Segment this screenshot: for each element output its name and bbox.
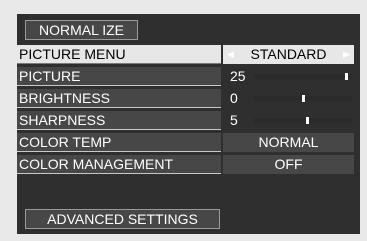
menu-row-picture-menu[interactable]: PICTURE MENU ◀ STANDARD ▶ [17, 45, 360, 66]
picture-slider-thumb[interactable] [345, 73, 348, 80]
brightness-label: BRIGHTNESS [17, 89, 221, 108]
brightness-slider-thumb[interactable] [301, 95, 305, 102]
color-management-label: COLOR MANAGEMENT [17, 155, 221, 174]
sharpness-slider-thumb[interactable] [305, 117, 309, 124]
color-temp-label: COLOR TEMP [17, 133, 221, 152]
arrow-left-icon[interactable]: ◀ [227, 45, 234, 64]
picture-slider[interactable] [254, 73, 352, 80]
menu-row-color-management[interactable]: COLOR MANAGEMENT OFF [17, 155, 360, 176]
menu-row-brightness[interactable]: BRIGHTNESS 0 [17, 89, 360, 110]
brightness-slider[interactable] [254, 95, 352, 102]
arrow-right-icon[interactable]: ▶ [343, 45, 350, 64]
picture-menu-label: PICTURE MENU [17, 45, 221, 64]
color-temp-value[interactable]: NORMAL [223, 133, 354, 152]
picture-menu-value: STANDARD [250, 46, 327, 62]
sharpness-label: SHARPNESS [17, 111, 221, 130]
sharpness-slider[interactable] [254, 117, 352, 124]
picture-menu-value-box[interactable]: ◀ STANDARD ▶ [223, 45, 354, 64]
normalize-button[interactable]: NORMAL IZE [25, 20, 138, 40]
menu-row-color-temp[interactable]: COLOR TEMP NORMAL [17, 133, 360, 154]
menu-row-sharpness[interactable]: SHARPNESS 5 [17, 111, 360, 132]
picture-settings-menu: NORMAL IZE PICTURE MENU ◀ STANDARD ▶ PIC… [17, 14, 360, 234]
sharpness-value: 5 [230, 112, 238, 128]
advanced-settings-button[interactable]: ADVANCED SETTINGS [25, 209, 220, 229]
picture-value: 25 [230, 68, 246, 84]
color-management-value[interactable]: OFF [223, 155, 354, 174]
picture-label: PICTURE [17, 67, 221, 86]
menu-row-picture[interactable]: PICTURE 25 [17, 67, 360, 88]
brightness-value: 0 [230, 90, 238, 106]
